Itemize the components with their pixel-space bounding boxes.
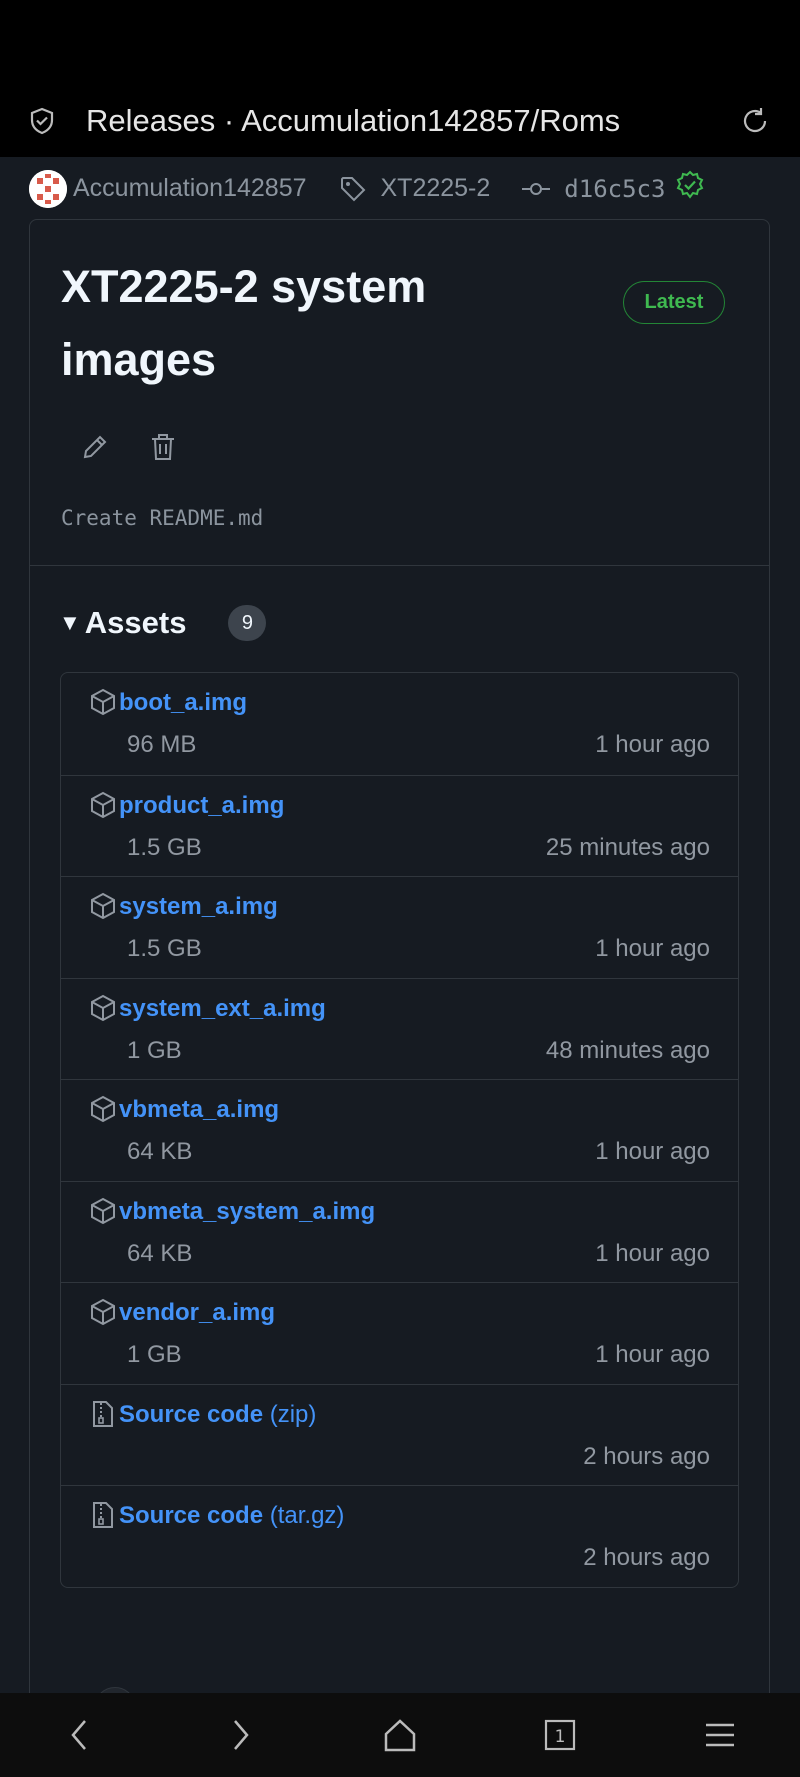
asset-time: 1 hour ago [595, 1138, 710, 1165]
asset-size: 64 KB [127, 1239, 193, 1267]
assets-count-badge: 9 [228, 605, 267, 641]
asset-row[interactable]: boot_a.img 96 MB 1 hour ago [61, 673, 738, 775]
package-icon [89, 994, 117, 1022]
assets-toggle[interactable]: ▼ Assets 9 [59, 605, 267, 641]
release-title[interactable]: XT2225-2 system images [61, 250, 531, 396]
asset-row[interactable]: vendor_a.img 1 GB 1 hour ago [61, 1282, 738, 1384]
package-icon [89, 688, 117, 716]
asset-link[interactable]: boot_a.img [119, 689, 247, 717]
avatar[interactable] [29, 169, 67, 208]
home-icon[interactable] [376, 1711, 424, 1759]
asset-link[interactable]: vbmeta_a.img [119, 1096, 279, 1124]
asset-time: 25 minutes ago [545, 833, 710, 861]
author-link[interactable]: Accumulation142857 [73, 174, 307, 203]
asset-row[interactable]: vbmeta_system_a.img 64 KB 1 hour ago [61, 1180, 738, 1283]
commit-message: Create README.md [61, 506, 264, 530]
triangle-down-icon: ▼ [59, 610, 81, 635]
menu-icon[interactable] [696, 1711, 744, 1759]
asset-row[interactable]: system_ext_a.img 1 GB 48 minutes ago [61, 977, 738, 1080]
bottom-navbar: 1 [0, 1693, 800, 1777]
commit-sha-link[interactable]: d16c5c3 [564, 175, 665, 203]
page-content: Accumulation142857 XT2225-2 d16c5c3 XT22… [0, 157, 800, 1693]
divider [30, 565, 769, 566]
asset-link[interactable]: Source code (tar.gz) [119, 1502, 344, 1530]
asset-list: boot_a.img 96 MB 1 hour ago product_a.img 1.… [60, 672, 739, 1588]
asset-time: 1 hour ago [595, 1341, 710, 1368]
trash-icon[interactable] [146, 430, 180, 464]
asset-row[interactable]: Source code (tar.gz) 2 hours ago [61, 1485, 738, 1587]
package-icon [89, 1095, 117, 1123]
tab-count: 1 [555, 1727, 566, 1747]
asset-time: 1 hour ago [595, 731, 710, 758]
page-title[interactable]: Releases · Accumulation142857/Roms [86, 103, 738, 139]
release-card: XT2225-2 system images Latest Create REA… [29, 219, 770, 1693]
asset-size: 64 KB [127, 1138, 193, 1165]
package-icon [89, 1298, 117, 1326]
asset-link[interactable]: Source code (zip) [119, 1401, 316, 1429]
release-actions [78, 430, 180, 464]
asset-time: 48 minutes ago [545, 1036, 710, 1064]
asset-size: 96 MB [127, 731, 197, 758]
asset-size: 1 GB [127, 1036, 182, 1064]
asset-link[interactable]: system_a.img [119, 893, 278, 921]
asset-time: 1 hour ago [595, 1239, 710, 1267]
edit-icon[interactable] [78, 430, 112, 464]
asset-size: 1 GB [127, 1341, 182, 1368]
tabs-icon[interactable]: 1 [536, 1711, 584, 1759]
package-icon [89, 1197, 117, 1225]
asset-link[interactable]: vbmeta_system_a.img [119, 1198, 375, 1226]
asset-link[interactable]: system_ext_a.img [119, 995, 326, 1023]
asset-link[interactable]: product_a.img [119, 792, 284, 820]
assets-label: Assets [84, 605, 187, 640]
asset-size: 1.5 GB [127, 833, 202, 861]
package-icon [89, 791, 117, 819]
asset-row[interactable]: system_a.img 1.5 GB 1 hour ago [61, 876, 738, 978]
asset-row[interactable]: vbmeta_a.img 64 KB 1 hour ago [61, 1079, 738, 1181]
release-meta: Accumulation142857 XT2225-2 d16c5c3 [0, 157, 800, 220]
back-icon[interactable] [56, 1711, 104, 1759]
status-bar [0, 0, 800, 85]
commit-icon [522, 179, 551, 199]
asset-row[interactable]: product_a.img 1.5 GB 25 minutes ago [61, 774, 738, 877]
asset-time: 2 hours ago [583, 1442, 710, 1470]
file-zip-icon [89, 1400, 117, 1428]
verified-icon[interactable] [675, 170, 705, 207]
asset-size: 1.5 GB [127, 935, 202, 962]
asset-time: 2 hours ago [583, 1544, 710, 1571]
asset-link[interactable]: vendor_a.img [119, 1299, 275, 1327]
shield-check-icon[interactable] [28, 107, 56, 135]
asset-time: 1 hour ago [595, 935, 710, 962]
forward-icon[interactable] [216, 1711, 264, 1759]
reload-icon[interactable] [738, 104, 772, 138]
file-zip-icon [89, 1501, 117, 1529]
asset-row[interactable]: Source code (zip) 2 hours ago [61, 1383, 738, 1486]
latest-badge: Latest [623, 281, 725, 324]
browser-toolbar: Releases · Accumulation142857/Roms [0, 85, 800, 157]
package-icon [89, 892, 117, 920]
tag-icon [339, 175, 367, 203]
tag-link[interactable]: XT2225-2 [381, 174, 491, 203]
